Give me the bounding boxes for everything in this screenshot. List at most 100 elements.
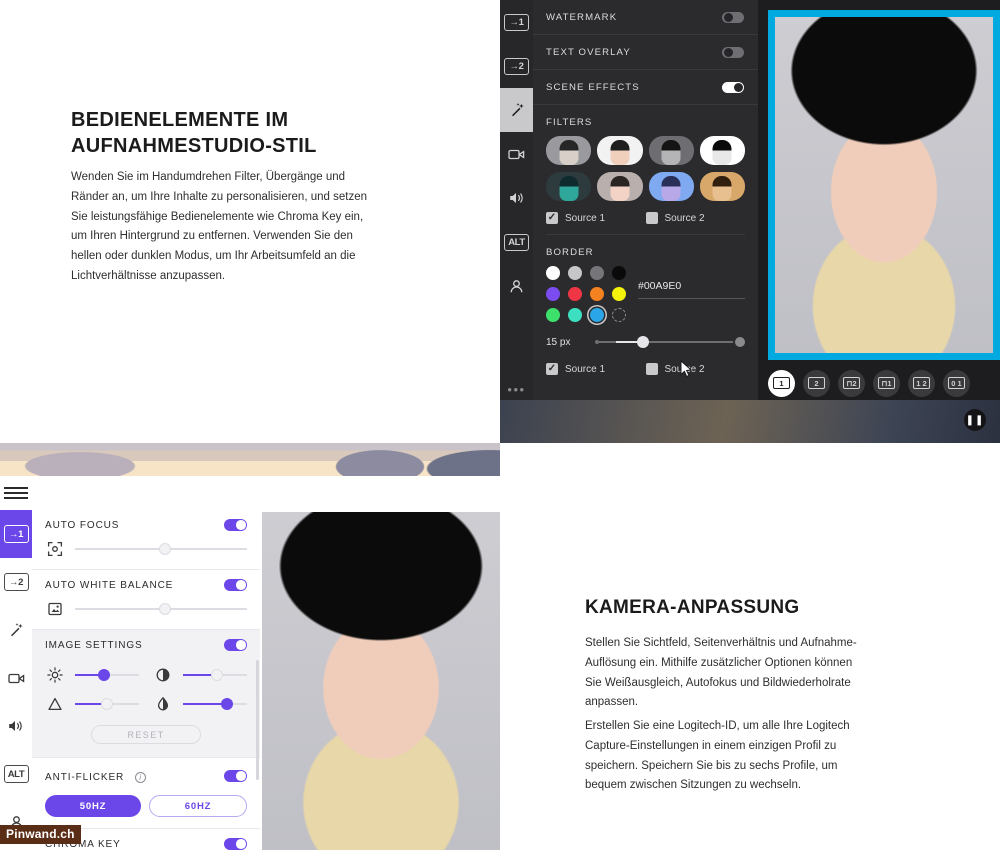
slider-handle[interactable] (211, 669, 224, 681)
swatch-green[interactable] (546, 308, 560, 322)
swatch-purple[interactable] (546, 287, 560, 301)
auto-focus-toggle[interactable] (224, 519, 247, 531)
border-title: BORDER (546, 247, 594, 258)
frequency-60hz-button[interactable]: 60HZ (149, 795, 247, 817)
pause-button[interactable]: ❚❚ (964, 409, 986, 431)
filter-preview (712, 139, 732, 165)
border-source-1[interactable]: Source 1 (546, 363, 646, 375)
slider-fill (183, 674, 214, 676)
slider-handle[interactable] (100, 698, 113, 710)
swatch-grey[interactable] (590, 266, 604, 280)
watermark-toggle[interactable] (722, 11, 744, 23)
border-width-slider[interactable] (593, 335, 745, 349)
light-sidebar-item-speaker[interactable] (0, 702, 32, 750)
awb-toggle[interactable] (224, 579, 247, 591)
slider-handle[interactable] (98, 669, 111, 681)
auto-focus-slider-row (45, 540, 247, 558)
swatch-red[interactable] (568, 287, 582, 301)
awb-slider[interactable] (75, 602, 247, 616)
layout-option-6[interactable]: 0 1 (943, 369, 970, 397)
source-2-label: Source 2 (664, 212, 705, 224)
filter-thumb[interactable] (648, 136, 694, 165)
text-overlay-row[interactable]: TEXT OVERLAY (533, 35, 758, 70)
scene-effects-toggle[interactable] (722, 81, 744, 93)
border-source-2[interactable]: Source 2 (645, 363, 746, 375)
swatch-custom-color[interactable] (612, 308, 626, 322)
anti-flicker-header: ANTI-FLICKER i (45, 767, 247, 785)
sidebar-more-button[interactable]: ••• (507, 382, 525, 397)
slider-max-dot (735, 337, 745, 347)
person-icon (510, 279, 523, 292)
sidebar-item-profile[interactable] (500, 264, 533, 308)
filters-source-2[interactable]: Source 2 (645, 212, 746, 224)
frequency-50hz-button[interactable]: 50HZ (45, 795, 141, 817)
light-sidebar-item-camera[interactable] (0, 654, 32, 702)
filter-thumb[interactable] (597, 172, 643, 201)
swatch-teal[interactable] (568, 308, 582, 322)
source-2-checkbox[interactable] (645, 212, 658, 224)
saturation-slider[interactable] (183, 697, 247, 711)
contrast-slider[interactable] (183, 668, 247, 682)
sidebar-item-source-2[interactable]: →2 (500, 44, 533, 88)
hamburger-menu-icon[interactable] (4, 484, 28, 502)
swatch-white[interactable] (546, 266, 560, 280)
border-hex-field[interactable]: #00A9E0 (638, 266, 745, 299)
scene-effects-row[interactable]: SCENE EFFECTS (533, 70, 758, 105)
swatch-light-grey[interactable] (568, 266, 582, 280)
layout-option-3[interactable]: ⊓2 (838, 369, 865, 397)
sharpness-slider[interactable] (75, 697, 139, 711)
filter-thumb[interactable] (648, 172, 694, 201)
slider-handle[interactable] (221, 698, 234, 710)
border-source-1-label: Source 1 (565, 363, 606, 375)
sidebar-item-alt[interactable]: ALT (500, 220, 533, 264)
slider-handle[interactable] (159, 543, 172, 555)
reset-button[interactable]: RESET (91, 725, 201, 744)
filter-thumb[interactable] (546, 136, 592, 165)
light-sidebar-item-source-2[interactable]: →2 (0, 558, 32, 606)
light-sidebar-item-magic-wand[interactable] (0, 606, 32, 654)
focus-icon (45, 540, 65, 558)
auto-focus-slider[interactable] (75, 542, 247, 556)
swatch-yellow[interactable] (612, 287, 626, 301)
layout-option-2[interactable]: 2 (803, 369, 830, 397)
sidebar-item-magic-wand[interactable] (500, 88, 533, 132)
layout-option-1[interactable]: 1 (768, 369, 795, 397)
filter-thumb[interactable] (546, 172, 592, 201)
camera-paragraph-2: Erstellen Sie eine Logitech-ID, um alle … (585, 720, 850, 792)
anti-flicker-toggle[interactable] (224, 770, 247, 782)
swatch-blue[interactable] (590, 308, 604, 322)
swatch-black[interactable] (612, 266, 626, 280)
site-watermark: Pinwand.ch (0, 825, 81, 844)
border-source-2-checkbox[interactable] (645, 363, 658, 375)
image-settings-toggle[interactable] (224, 639, 247, 651)
filters-source-1[interactable]: Source 1 (546, 212, 646, 224)
filter-thumb[interactable] (699, 136, 745, 165)
border-source-1-checkbox[interactable] (546, 363, 558, 375)
speaker-icon (509, 193, 523, 203)
watermark-row[interactable]: WATERMARK (533, 0, 758, 35)
layout-option-4[interactable]: ⊓1 (873, 369, 900, 397)
layout-option-5[interactable]: 1 2 (908, 369, 935, 397)
brightness-slider[interactable] (75, 668, 139, 682)
slider-handle[interactable] (159, 603, 172, 615)
watermark-label: WATERMARK (546, 11, 618, 23)
filter-preview (559, 139, 579, 165)
panel-scrollbar[interactable] (256, 660, 259, 780)
light-sidebar-item-alt[interactable]: ALT (0, 750, 32, 798)
sidebar-item-speaker[interactable] (500, 176, 533, 220)
light-settings-panel: AUTO FOCUS AUTO WHITE BALANCE IMAGE SETT… (32, 510, 260, 850)
info-icon[interactable]: i (134, 772, 146, 783)
chroma-key-toggle[interactable] (224, 838, 247, 850)
slider-handle[interactable] (637, 336, 649, 348)
source-1-checkbox[interactable] (546, 212, 558, 224)
filter-thumb[interactable] (597, 136, 643, 165)
sidebar-item-camera[interactable] (500, 132, 533, 176)
awb-label: AUTO WHITE BALANCE (45, 579, 174, 591)
swatch-orange[interactable] (590, 287, 604, 301)
sidebar-item-source-1[interactable]: →1 (500, 0, 533, 44)
filter-preview (661, 175, 681, 201)
light-sidebar-item-source-1[interactable]: →1 (0, 510, 32, 558)
dark-mode-app-screenshot: →1 →2 ALT ••• WATERMARK TEXT OVERLAY SCE… (500, 0, 1000, 443)
text-overlay-toggle[interactable] (722, 46, 744, 58)
filter-thumb[interactable] (699, 172, 745, 201)
